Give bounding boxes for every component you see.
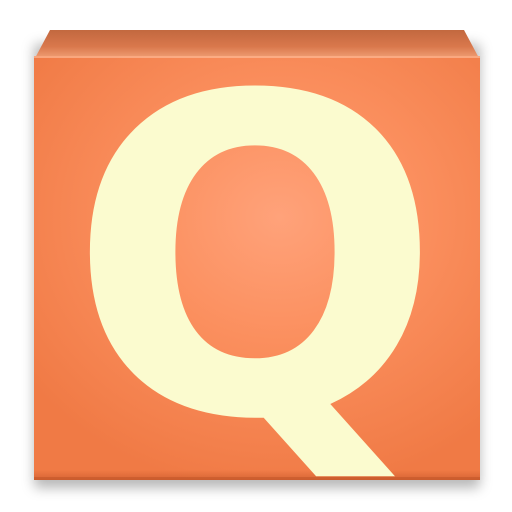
app-icon-letter: Q bbox=[68, 4, 442, 512]
app-icon[interactable]: Q bbox=[0, 0, 512, 512]
letter-q-icon: Q bbox=[68, 4, 442, 512]
